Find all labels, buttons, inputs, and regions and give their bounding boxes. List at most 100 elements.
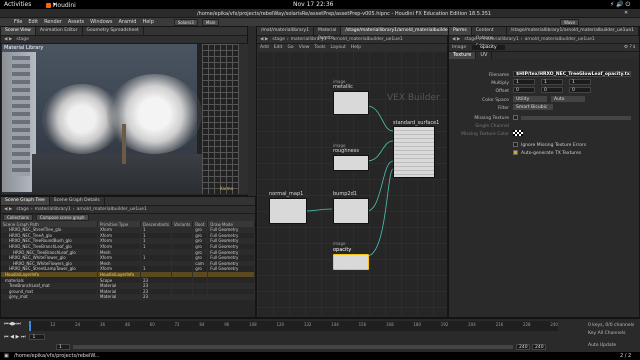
param-path-builder[interactable]: arnold_materialbuilder_ue1ue1 — [525, 37, 595, 42]
tick-label: 180 — [413, 322, 422, 327]
system-tray-icons[interactable]: ⚡ 🔊 ⏻ — [610, 1, 630, 9]
menu-render[interactable]: Render — [44, 19, 62, 25]
node-roughness[interactable] — [333, 155, 369, 171]
net-menu-go[interactable]: Go — [287, 45, 293, 50]
auto-tx-label: Auto-generate TX Textures — [521, 151, 582, 156]
tab-scene-view[interactable]: Scene View — [1, 27, 36, 35]
node-name-field[interactable]: opacity — [472, 45, 505, 50]
path-seg-matlib[interactable]: materiallibrary1 — [291, 37, 327, 42]
start-frame-field[interactable]: 1 — [56, 344, 70, 350]
nav-arrows-icon[interactable]: ◀ ▶ — [260, 37, 268, 42]
missing-texture-checkbox[interactable] — [513, 115, 518, 120]
app-menu[interactable]: Houdini FX ▾ — [46, 1, 76, 16]
menu-assets[interactable]: Assets — [68, 19, 84, 25]
timeline-ruler[interactable]: 1122436486072849610812013214415616818019… — [28, 321, 558, 331]
net-menu-edit[interactable]: Edit — [274, 45, 283, 50]
scene-view-pane: Scene View Animation Editor Geometry Spr… — [0, 26, 248, 196]
tab-scene-graph-tree[interactable]: Scene Graph Tree — [1, 197, 50, 205]
tab-content-options[interactable]: Content Options Editor — [472, 27, 507, 49]
compose-scene-graph-button[interactable]: Compose scene graph — [35, 214, 89, 221]
back-arrow-icon[interactable]: ◀ ▶ — [4, 37, 12, 42]
clock[interactable]: Nov 17 22:36 — [293, 1, 333, 8]
end-frame-field[interactable]: 240 — [516, 344, 530, 350]
multiply-field[interactable]: 1 — [513, 79, 535, 85]
row-mode[interactable] — [207, 294, 255, 300]
gear-icon[interactable]: ⚙ ? ℹ — [624, 45, 635, 50]
node-metallic[interactable] — [333, 91, 369, 115]
param-path-stage[interactable]: stage — [464, 37, 477, 42]
current-frame-field[interactable]: 1 — [29, 334, 46, 340]
tab-uv[interactable]: UV — [476, 52, 493, 59]
sg-nav-arrows-icon[interactable]: ◀ ▶ — [4, 207, 12, 212]
key-all-channels-button[interactable]: Key All Channels — [588, 331, 625, 336]
color-space-dropdown[interactable]: Utility — [513, 96, 547, 102]
path-seg-stage[interactable]: stage — [272, 37, 285, 42]
offset-field-b[interactable]: 0 — [569, 87, 591, 93]
net-menu-add[interactable]: Add — [260, 45, 269, 50]
end-frame-field-2[interactable]: 240 — [532, 344, 546, 350]
tab-parms[interactable]: Parms — [449, 27, 472, 35]
col-variants[interactable]: Variants — [171, 221, 194, 227]
param-nav-arrows-icon[interactable]: ◀ ▶ — [452, 37, 460, 42]
taskbar-houdini-icon: ▣ — [4, 353, 9, 359]
auto-tx-checkbox[interactable] — [513, 150, 518, 155]
missing-texture-slider[interactable] — [521, 116, 631, 120]
table-row[interactable]: grey_mat Material 23 — [1, 294, 255, 300]
menu-help[interactable]: Help — [142, 19, 153, 25]
go-start-icon[interactable]: ⏮ ◀ ▶ ⏭ — [4, 334, 25, 340]
workspace-selector[interactable]: Wave — [560, 19, 579, 26]
close-window-icon[interactable]: ✕ — [624, 10, 628, 16]
desktop-selector[interactable]: Solaris3 — [173, 18, 198, 26]
tab-material-palette[interactable]: Material Palette — [314, 27, 342, 41]
color-swatch[interactable] — [513, 130, 523, 136]
offset-field[interactable]: 0 — [513, 87, 535, 93]
filename-label: Filename — [488, 73, 509, 78]
tab-scene-graph-details[interactable]: Scene Graph Details — [50, 197, 105, 205]
net-menu-view[interactable]: View — [299, 45, 310, 50]
menu-edit[interactable]: Edit — [28, 19, 38, 25]
sg-path-matlib[interactable]: materiallibrary1 — [35, 207, 71, 212]
sg-path-builder[interactable]: arnold_materialbuilder_ue1ue1 — [77, 207, 147, 212]
range-slider[interactable] — [73, 345, 513, 349]
menu-windows[interactable]: Windows — [90, 19, 112, 25]
workspace-indicator[interactable]: 2 / 2 — [620, 353, 631, 359]
viewport-path-bar: ◀ ▶ stage — [1, 36, 247, 44]
auto-update-button[interactable]: Auto Update — [588, 343, 616, 348]
node-bump2d[interactable] — [333, 198, 369, 224]
parameter-pane: Parms Content Options Editor /stage/mate… — [448, 26, 640, 318]
node-normal-map[interactable] — [269, 198, 307, 224]
net-menu-tools[interactable]: Tools — [314, 45, 325, 50]
menu-file[interactable]: File — [14, 19, 22, 25]
play-controls-icon[interactable]: ⏮◀▶⏭ — [4, 321, 21, 327]
viewport-canvas[interactable]: Material Library Karma — [2, 44, 248, 194]
collections-button[interactable]: Collections — [3, 214, 33, 221]
multiply-field-g[interactable]: 1 — [541, 79, 563, 85]
color-family-dropdown[interactable]: Auto — [551, 96, 585, 102]
tab-geometry-spreadsheet[interactable]: Geometry Spreadsheet — [83, 27, 144, 35]
tab-param-path[interactable]: /stage/materiallibrary1/arnold_materialb… — [507, 27, 639, 35]
net-menu-help[interactable]: Help — [351, 45, 361, 50]
multiply-field-b[interactable]: 1 — [569, 79, 591, 85]
path-stage[interactable]: stage — [16, 37, 29, 42]
ignore-missing-checkbox[interactable] — [513, 142, 518, 147]
node-opacity[interactable] — [333, 254, 369, 270]
taskbar-window-item[interactable]: /home/epika/vfx/projects/rebelW... — [14, 353, 100, 359]
sg-path-stage[interactable]: stage — [16, 207, 29, 212]
tick-label: 144 — [331, 322, 339, 327]
tab-texture[interactable]: Texture — [449, 52, 477, 59]
path-seg-builder[interactable]: arnold_materialbuilder_ue1ue1 — [333, 37, 403, 42]
tab-animation-editor[interactable]: Animation Editor — [36, 27, 83, 35]
menu-aramid[interactable]: Aramid — [118, 19, 136, 25]
network-canvas[interactable]: VEX Builder image metallic image roughne… — [257, 51, 447, 317]
filter-dropdown[interactable]: Smart Bicubic — [513, 104, 553, 110]
tab-mat-library[interactable]: /mat/materiallibrary1 — [257, 27, 315, 35]
offset-field-g[interactable]: 0 — [541, 87, 563, 93]
col-desc[interactable]: Descendants — [140, 221, 172, 227]
filename-field[interactable]: $HIP/tex/HRXO_NEC_TreeGlowLeaf_opacity.t… — [513, 71, 631, 77]
playhead[interactable] — [29, 321, 31, 331]
net-menu-layout[interactable]: Layout — [330, 45, 345, 50]
node-standard-surface[interactable] — [393, 126, 435, 178]
build-selector[interactable]: Main — [201, 18, 220, 26]
param-path-matlib[interactable]: materiallibrary1 — [483, 37, 519, 42]
activities-button[interactable]: Activities — [4, 1, 31, 8]
